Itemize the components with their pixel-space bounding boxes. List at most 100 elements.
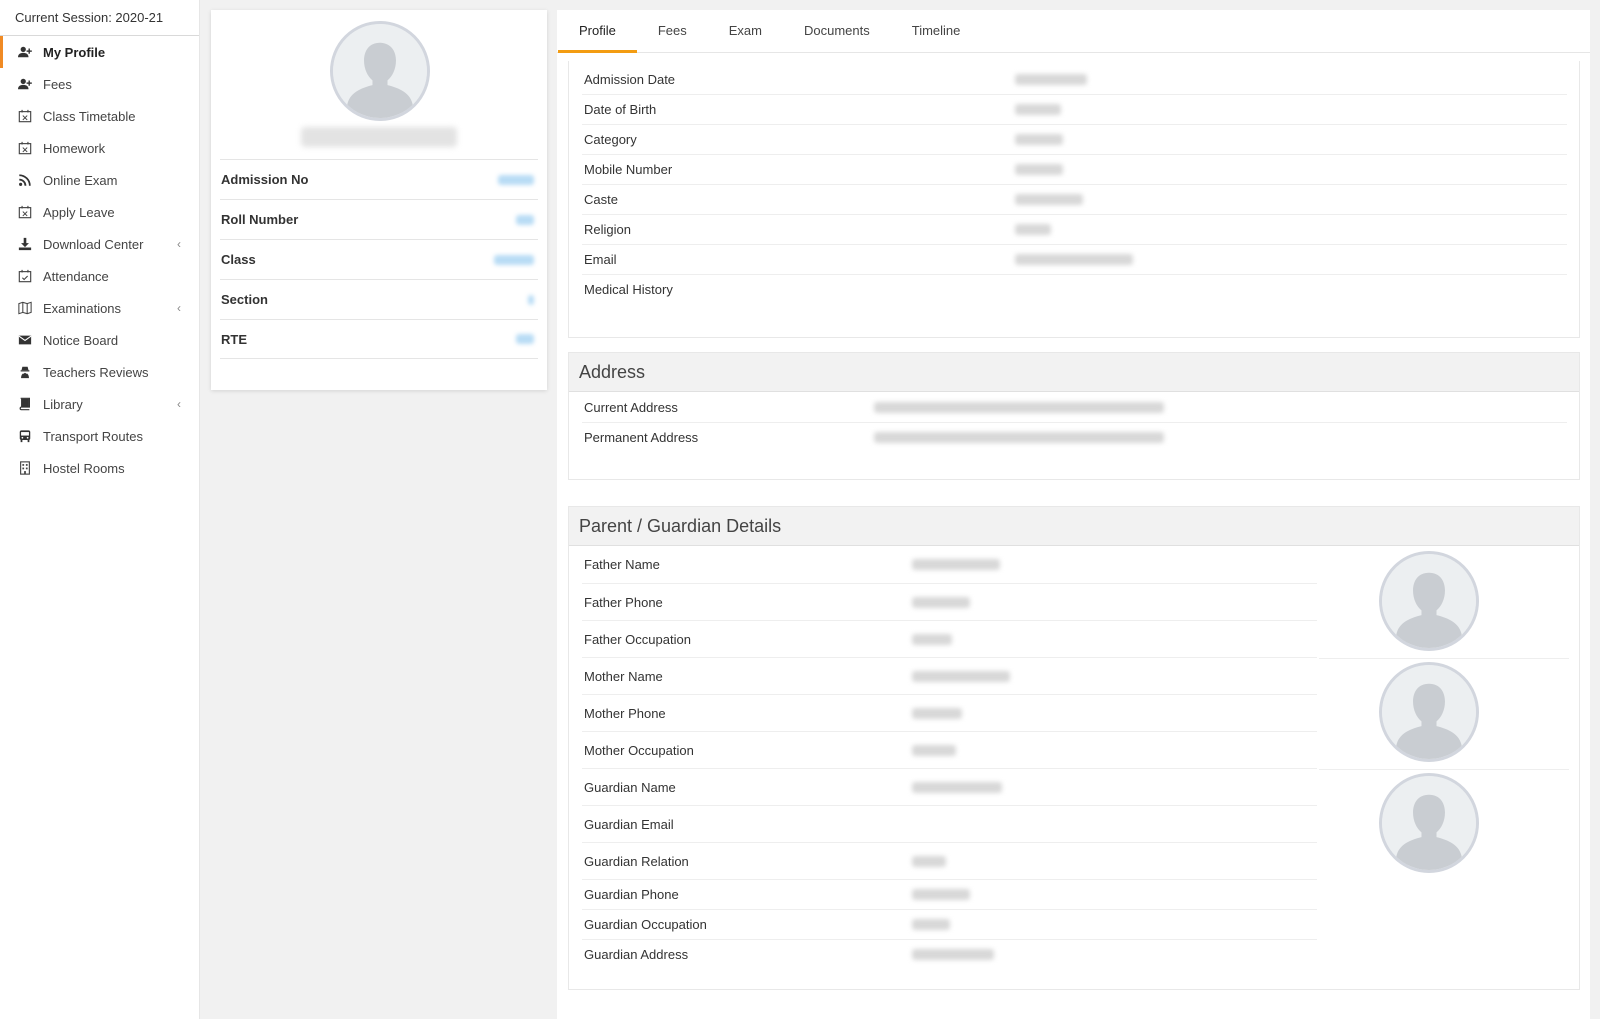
detail-row-category: Category — [582, 124, 1567, 154]
sidebar-item-label: Library — [43, 396, 83, 412]
detail-label: Caste — [584, 192, 618, 207]
profile-field-label: Class — [221, 252, 256, 267]
tab-profile[interactable]: Profile — [558, 10, 637, 53]
envelope-icon — [17, 332, 33, 348]
student-name-redacted — [301, 127, 457, 147]
current-session[interactable]: Current Session: 2020-21 — [0, 0, 199, 36]
sidebar-item-teachers-reviews[interactable]: Teachers Reviews — [0, 356, 199, 388]
profile-field-value-redacted[interactable] — [494, 254, 534, 265]
guardian-value-redacted — [912, 633, 952, 645]
detail-label: Religion — [584, 222, 631, 237]
detail-value-redacted — [1015, 254, 1133, 265]
sidebar-item-label: Teachers Reviews — [43, 364, 149, 380]
sidebar-item-class-timetable[interactable]: Class Timetable — [0, 100, 199, 132]
student-avatar — [330, 21, 430, 121]
address-row-current-address: Current Address — [582, 392, 1567, 422]
tab-exam[interactable]: Exam — [708, 10, 783, 52]
sidebar-item-label: Fees — [43, 76, 72, 92]
tab-timeline[interactable]: Timeline — [891, 10, 982, 52]
address-value-redacted — [874, 401, 1164, 413]
sidebar-item-label: Homework — [43, 140, 106, 156]
profile-field-label: Admission No — [221, 172, 309, 187]
guardian-row-father-occupation: Father Occupation — [582, 620, 1317, 657]
profile-tabs: Profile Fees Exam Documents Timeline — [557, 10, 1590, 53]
calendar-x-icon — [17, 204, 33, 220]
guardian-value-redacted — [912, 559, 1000, 570]
detail-value-redacted — [1015, 134, 1063, 145]
detail-label: Admission Date — [584, 71, 676, 87]
detail-row-date-of-birth: Date of Birth — [582, 94, 1567, 124]
guardian-value-redacted — [912, 670, 1010, 682]
address-value-redacted — [874, 432, 1164, 443]
address-title: Address — [569, 353, 1579, 392]
profile-field-value-redacted[interactable] — [498, 174, 534, 185]
guardian-value-redacted — [912, 596, 970, 608]
user-secret-icon — [17, 364, 33, 380]
sidebar-item-library[interactable]: Library ‹ — [0, 388, 199, 420]
detail-label: Date of Birth — [584, 102, 657, 117]
sidebar-item-label: Notice Board — [43, 332, 119, 348]
profile-row-rte: RTE — [220, 319, 538, 359]
sidebar-item-homework[interactable]: Homework — [0, 132, 199, 164]
sidebar-item-label: Examinations — [43, 300, 122, 316]
map-icon — [17, 300, 33, 316]
address-box: Address Current Address Permanent Address — [568, 352, 1580, 480]
divider — [1319, 658, 1569, 659]
sidebar-item-label: Transport Routes — [43, 428, 143, 444]
sidebar-item-hostel-rooms[interactable]: Hostel Rooms — [0, 452, 199, 484]
profile-row-class: Class — [220, 239, 538, 279]
sidebar-item-transport-routes[interactable]: Transport Routes — [0, 420, 199, 452]
profile-info-list: Admission No Roll Number Class Section RTE — [220, 159, 538, 359]
tab-fees[interactable]: Fees — [637, 10, 708, 52]
divider — [1319, 769, 1569, 770]
mother-photo — [1379, 662, 1479, 762]
sidebar-item-my-profile[interactable]: My Profile — [0, 36, 199, 68]
guardian-label: Guardian Email — [584, 816, 674, 832]
profile-field-label: Roll Number — [221, 212, 299, 227]
profile-row-admission-no: Admission No — [220, 159, 538, 199]
guardian-value-redacted — [912, 707, 962, 719]
sidebar-item-online-exam[interactable]: Online Exam — [0, 164, 199, 196]
sidebar-item-notice-board[interactable]: Notice Board — [0, 324, 199, 356]
download-icon — [17, 236, 33, 252]
guardian-label: Mother Phone — [584, 705, 666, 721]
parent-guardian-box: Parent / Guardian Details Father Name Fat… — [568, 506, 1580, 990]
guardian-value-redacted — [912, 744, 956, 756]
book-icon — [17, 396, 33, 412]
profile-card: Admission No Roll Number Class Section RTE — [211, 10, 547, 390]
sidebar-item-attendance[interactable]: Attendance — [0, 260, 199, 292]
guardian-row-mother-phone: Mother Phone — [582, 694, 1317, 731]
profile-row-section: Section — [220, 279, 538, 319]
guardian-label: Father Phone — [584, 594, 663, 610]
detail-row-mobile-number: Mobile Number — [582, 154, 1567, 184]
profile-field-value-redacted[interactable] — [516, 214, 534, 225]
detail-label: Mobile Number — [584, 162, 673, 177]
sidebar-menu: My Profile Fees Class Timetable Homework Onl… — [0, 36, 199, 484]
detail-value-redacted — [1015, 164, 1063, 175]
sidebar: Current Session: 2020-21 My Profile Fees C… — [0, 0, 200, 1019]
guardian-label: Guardian Occupation — [584, 917, 707, 932]
guardian-label: Father Name — [584, 557, 660, 572]
sidebar-item-download-center[interactable]: Download Center ‹ — [0, 228, 199, 260]
detail-label: Medical History — [584, 282, 673, 297]
sidebar-item-label: Class Timetable — [43, 108, 136, 124]
sidebar-item-apply-leave[interactable]: Apply Leave — [0, 196, 199, 228]
guardian-row-guardian-occupation: Guardian Occupation — [582, 909, 1317, 939]
profile-field-value-redacted[interactable] — [528, 294, 534, 305]
sidebar-item-examinations[interactable]: Examinations ‹ — [0, 292, 199, 324]
sidebar-item-label: My Profile — [43, 44, 106, 60]
profile-field-value-redacted[interactable] — [516, 334, 534, 344]
profile-row-roll-number: Roll Number — [220, 199, 538, 239]
tab-documents[interactable]: Documents — [783, 10, 891, 52]
sidebar-item-label: Attendance — [43, 268, 109, 284]
sidebar-item-fees[interactable]: Fees — [0, 68, 199, 100]
guardian-row-father-name: Father Name — [582, 546, 1317, 583]
address-label: Current Address — [584, 399, 678, 415]
guardian-value-redacted — [912, 919, 950, 930]
user-plus-icon — [17, 44, 33, 60]
guardian-row-guardian-phone: Guardian Phone — [582, 879, 1317, 909]
sidebar-item-label: Download Center — [43, 236, 144, 252]
detail-row-caste: Caste — [582, 184, 1567, 214]
calendar-check-icon — [17, 268, 33, 284]
calendar-x-icon — [17, 108, 33, 124]
